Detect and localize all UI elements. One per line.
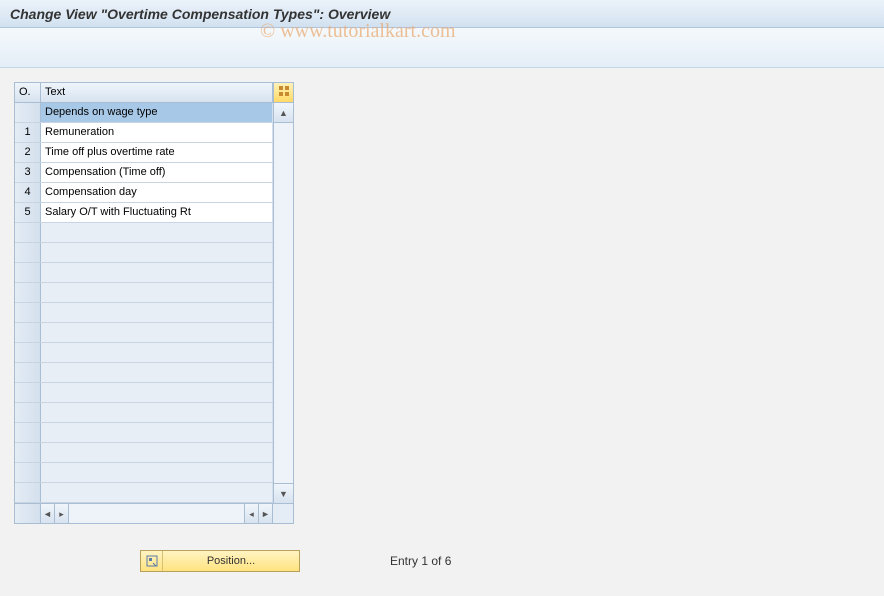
column-header-text[interactable]: Text [41,83,273,102]
table-row[interactable]: 4Compensation day [15,183,273,203]
row-marker[interactable] [15,243,41,262]
table-row-empty[interactable] [15,343,273,363]
row-marker[interactable] [15,403,41,422]
row-marker[interactable] [15,383,41,402]
row-marker[interactable] [15,343,41,362]
hscroll-corner [273,504,293,523]
table-row-empty[interactable] [15,423,273,443]
row-text-cell-empty[interactable] [41,343,273,362]
page-title: Change View "Overtime Compensation Types… [10,6,390,22]
row-marker[interactable]: 2 [15,143,41,162]
row-text-cell-empty[interactable] [41,383,273,402]
row-text-cell-empty[interactable] [41,443,273,462]
row-text-cell[interactable]: Compensation day [41,183,273,202]
row-marker[interactable] [15,463,41,482]
table-row-empty[interactable] [15,323,273,343]
row-text-cell[interactable]: Compensation (Time off) [41,163,273,182]
table-row-empty[interactable] [15,483,273,503]
row-marker[interactable] [15,443,41,462]
table-row-empty[interactable] [15,303,273,323]
row-text-cell-empty[interactable] [41,483,273,502]
header-bar: Change View "Overtime Compensation Types… [0,0,884,28]
scroll-up-button[interactable]: ▲ [274,103,293,123]
table-row[interactable]: 5Salary O/T with Fluctuating Rt [15,203,273,223]
table-row[interactable]: 1Remuneration [15,123,273,143]
scroll-down-button[interactable]: ▼ [274,483,293,503]
row-marker[interactable]: 5 [15,203,41,222]
row-text-cell-empty[interactable] [41,363,273,382]
row-marker[interactable]: 1 [15,123,41,142]
hscroll-track[interactable] [69,504,245,523]
table-row-empty[interactable] [15,223,273,243]
row-marker[interactable] [15,323,41,342]
vscroll-track[interactable] [274,123,293,483]
scroll-right-button[interactable]: ► [259,504,273,523]
row-marker[interactable] [15,363,41,382]
column-header-o[interactable]: O. [15,83,41,102]
table-row-empty[interactable] [15,463,273,483]
row-text-cell-empty[interactable] [41,463,273,482]
content-area: O. Text Depends on wage type1Remuneratio… [0,68,884,538]
row-marker[interactable] [15,263,41,282]
table-row[interactable]: 3Compensation (Time off) [15,163,273,183]
row-text-cell[interactable]: Time off plus overtime rate [41,143,273,162]
position-button-label: Position... [163,555,299,567]
table-row-empty[interactable] [15,283,273,303]
row-marker[interactable]: 3 [15,163,41,182]
row-marker[interactable] [15,303,41,322]
row-text-cell-empty[interactable] [41,423,273,442]
overtime-types-table: O. Text Depends on wage type1Remuneratio… [14,82,294,524]
scroll-left-button[interactable]: ◄ [41,504,55,523]
row-marker[interactable] [15,283,41,302]
row-text-cell-empty[interactable] [41,403,273,422]
toolbar [0,28,884,68]
table-settings-button[interactable] [273,83,293,102]
row-text-cell[interactable]: Depends on wage type [41,103,273,122]
entry-status-text: Entry 1 of 6 [390,554,451,568]
row-text-cell-empty[interactable] [41,243,273,262]
row-marker[interactable] [15,223,41,242]
table-row[interactable]: 2Time off plus overtime rate [15,143,273,163]
table-row-empty[interactable] [15,363,273,383]
row-text-cell[interactable]: Remuneration [41,123,273,142]
table-row-empty[interactable] [15,263,273,283]
vertical-scrollbar[interactable]: ▲ ▼ [273,103,293,503]
table-row-empty[interactable] [15,403,273,423]
horizontal-scrollbar[interactable]: ◄ ▸ ◂ ► [15,503,293,523]
row-text-cell-empty[interactable] [41,323,273,342]
table-row[interactable]: Depends on wage type [15,103,273,123]
table-body: Depends on wage type1Remuneration2Time o… [15,103,293,503]
table-row-empty[interactable] [15,383,273,403]
row-text-cell-empty[interactable] [41,223,273,242]
scroll-left-page-button[interactable]: ▸ [55,504,69,523]
row-marker[interactable] [15,423,41,442]
table-settings-icon [278,85,290,100]
row-marker[interactable] [15,483,41,502]
row-text-cell[interactable]: Salary O/T with Fluctuating Rt [41,203,273,222]
row-marker[interactable] [15,103,41,122]
table-row-empty[interactable] [15,443,273,463]
row-text-cell-empty[interactable] [41,303,273,322]
table-header-row: O. Text [15,83,293,103]
scroll-right-page-button[interactable]: ◂ [245,504,259,523]
table-row-empty[interactable] [15,243,273,263]
position-icon [141,551,163,571]
position-button[interactable]: Position... [140,550,300,572]
hscroll-spacer [15,504,41,523]
row-text-cell-empty[interactable] [41,283,273,302]
row-text-cell-empty[interactable] [41,263,273,282]
table-rows-area: Depends on wage type1Remuneration2Time o… [15,103,273,503]
row-marker[interactable]: 4 [15,183,41,202]
footer-row: Position... Entry 1 of 6 [140,550,451,572]
